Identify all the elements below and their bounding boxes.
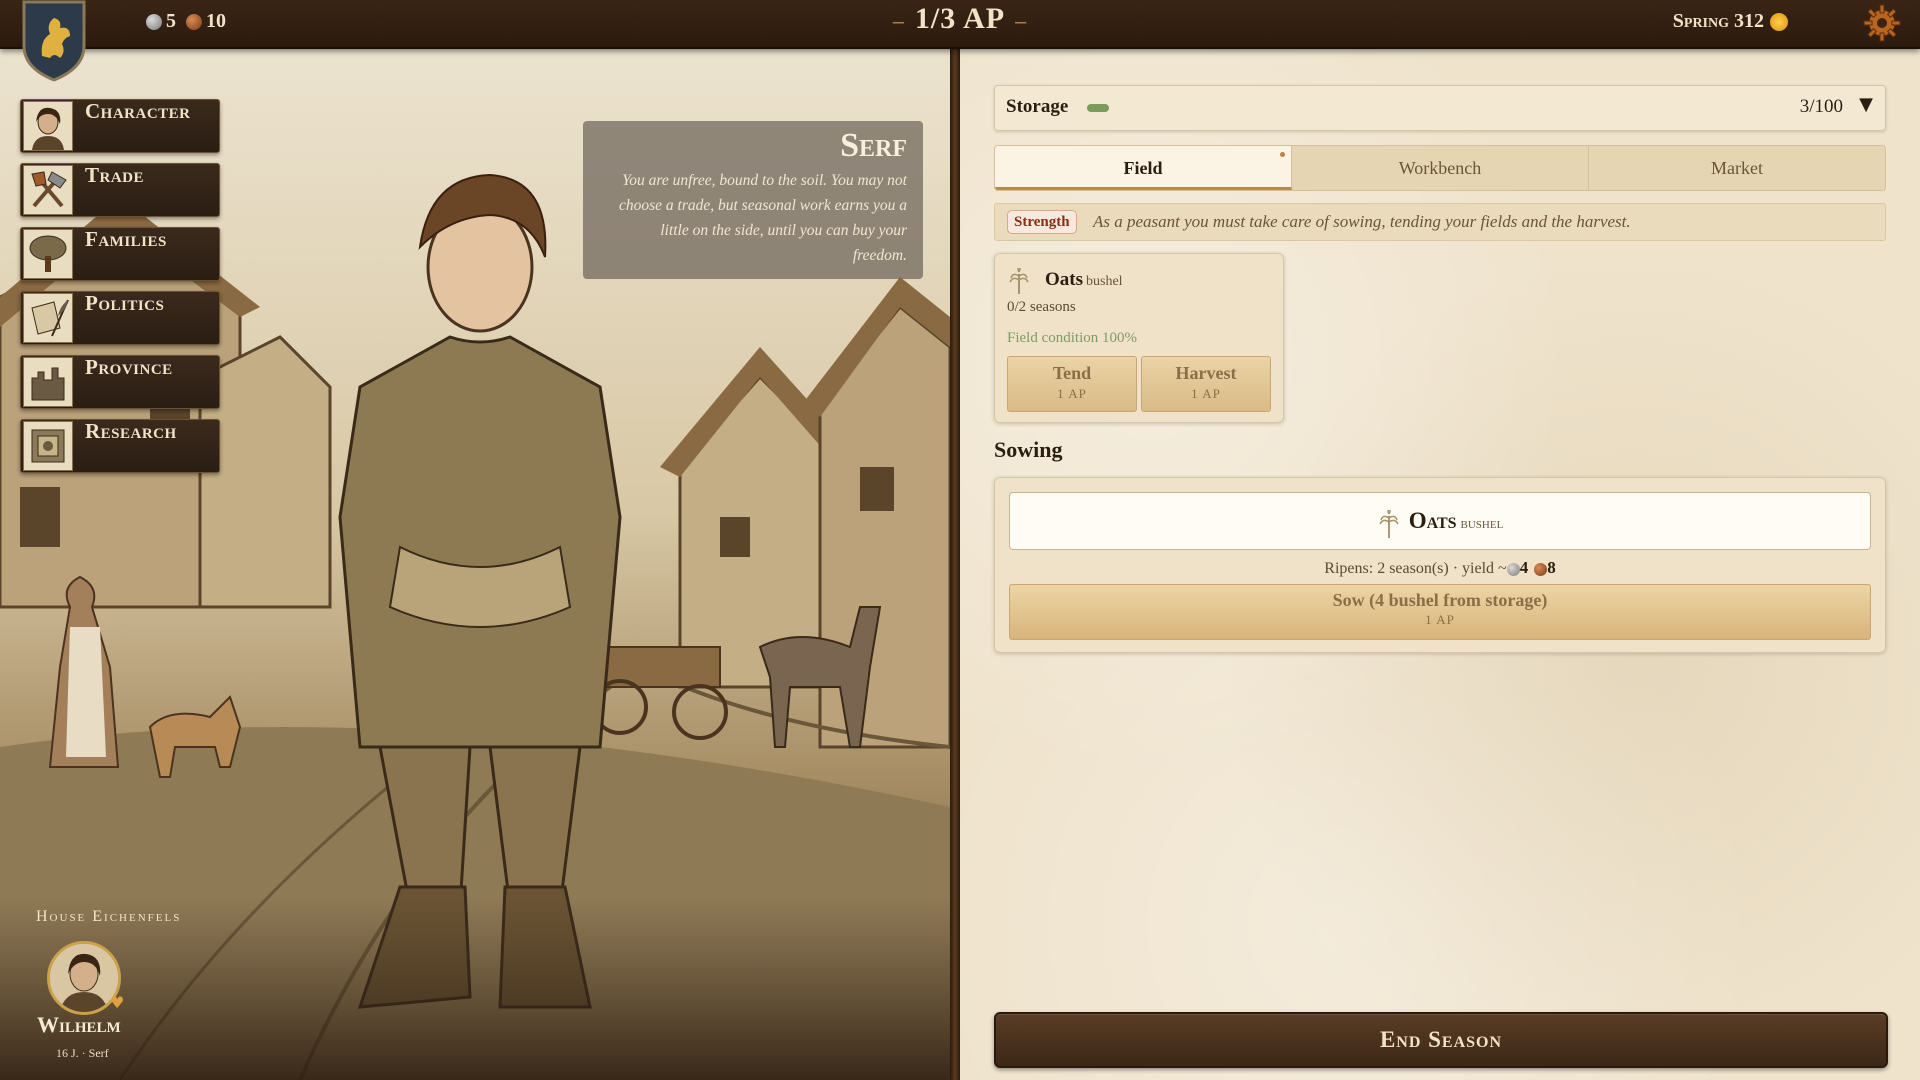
family-tree-icon bbox=[23, 229, 73, 279]
action-points-value: 1/3 AP bbox=[914, 2, 1006, 35]
panel-divider bbox=[950, 47, 960, 1080]
storage-fill-bar bbox=[1087, 104, 1109, 112]
harvest-button[interactable]: Harvest 1 AP bbox=[1141, 356, 1271, 412]
menu-item-province[interactable]: Province bbox=[20, 355, 220, 409]
harvest-cost: 1 AP bbox=[1191, 386, 1221, 401]
sow-button[interactable]: Sow (4 bushel from storage) 1 AP bbox=[1009, 584, 1871, 640]
oats-icon bbox=[1009, 268, 1029, 294]
menu-item-families[interactable]: Families bbox=[20, 227, 220, 281]
end-season-button[interactable]: End Season bbox=[994, 1012, 1888, 1068]
strength-badge: Strength bbox=[1007, 210, 1077, 234]
player-portrait-icon bbox=[50, 944, 118, 1012]
role-description-box: Serf You are unfree, bound to the soil. … bbox=[583, 121, 923, 279]
tab-field[interactable]: Field bbox=[995, 146, 1292, 190]
scroll-quill-icon bbox=[23, 293, 73, 343]
harvest-label: Harvest bbox=[1175, 363, 1237, 383]
activity-tabs: Field Workbench Market bbox=[994, 145, 1886, 191]
menu-label-research: Research bbox=[85, 419, 177, 443]
menu-item-research[interactable]: Research bbox=[20, 419, 220, 473]
sun-icon bbox=[1770, 12, 1788, 31]
sowing-title: Sowing bbox=[994, 437, 1063, 462]
seed-unit: bushel bbox=[1460, 516, 1504, 532]
strength-hint: Strength As a peasant you must take care… bbox=[994, 203, 1886, 241]
menu-item-politics[interactable]: Politics bbox=[20, 291, 220, 345]
oats-icon bbox=[1379, 509, 1399, 538]
role-title: Serf bbox=[840, 127, 907, 164]
field-crop-card: Oats bushel 0/2 seasons Field condition 1… bbox=[994, 253, 1284, 423]
heart-icon: ♥ bbox=[110, 993, 125, 1012]
tab-workbench-label: Workbench bbox=[1398, 158, 1482, 178]
tab-market[interactable]: Market bbox=[1589, 146, 1885, 190]
settings-gear-icon[interactable] bbox=[1862, 3, 1902, 43]
seed-name: Oats bbox=[1408, 508, 1457, 533]
tab-workbench[interactable]: Workbench bbox=[1292, 146, 1589, 190]
yield-copper: 8 bbox=[1547, 558, 1556, 577]
tend-label: Tend bbox=[1052, 363, 1092, 383]
menu-label-politics: Politics bbox=[85, 291, 165, 315]
storage-label: Storage bbox=[1006, 96, 1069, 117]
menu-label-province: Province bbox=[85, 355, 173, 379]
sow-label: Sow (4 bushel from storage) bbox=[1332, 590, 1548, 610]
yield-silver: 4 bbox=[1519, 558, 1529, 577]
ripens-text: Ripens: 2 season(s) · yield ~ bbox=[1324, 560, 1507, 577]
chevron-down-icon: ▼ bbox=[1859, 94, 1873, 115]
player-name: Wilhelm bbox=[37, 1012, 121, 1037]
crop-name: Oats bbox=[1045, 269, 1083, 290]
hammer-axe-icon bbox=[23, 165, 73, 215]
main-menu: Character Trade Families Politics Provin… bbox=[20, 99, 220, 483]
notification-dot-icon bbox=[1280, 152, 1285, 157]
menu-item-character[interactable]: Character bbox=[20, 99, 220, 153]
season-label: Spring 312 bbox=[1672, 10, 1764, 32]
tend-button[interactable]: Tend 1 AP bbox=[1007, 356, 1137, 412]
action-points: –1/3 AP – bbox=[892, 2, 1028, 35]
strength-text: As a peasant you must take care of sowin… bbox=[1093, 212, 1631, 231]
character-portrait-icon bbox=[23, 101, 73, 151]
player-info: 16 J. · Serf bbox=[56, 1046, 109, 1060]
house-name: House Eichenfels bbox=[36, 908, 182, 925]
menu-label-character: Character bbox=[85, 99, 191, 123]
silver-coin-icon bbox=[1506, 562, 1520, 576]
storage-count: 3/100 bbox=[1799, 96, 1843, 117]
tab-market-label: Market bbox=[1711, 158, 1763, 178]
castle-icon bbox=[23, 357, 73, 407]
seed-select[interactable]: Oats bushel bbox=[1009, 492, 1871, 550]
top-bar: 5 10 –1/3 AP – Spring 312 bbox=[0, 0, 1920, 49]
crop-unit: bushel bbox=[1086, 274, 1123, 289]
menu-label-trade: Trade bbox=[85, 163, 145, 187]
book-icon bbox=[23, 421, 73, 471]
role-description: You are unfree, bound to the soil. You m… bbox=[618, 172, 907, 264]
crop-seasons: 0/2 seasons bbox=[1007, 299, 1076, 315]
ripens-info: Ripens: 2 season(s) · yield ~ 4 8 bbox=[995, 558, 1885, 578]
tend-cost: 1 AP bbox=[1057, 386, 1087, 401]
field-condition: Field condition 100% bbox=[1007, 330, 1137, 346]
sow-cost: 1 AP bbox=[1425, 612, 1455, 627]
crop-name-wrap: Oats bushel bbox=[1045, 269, 1123, 291]
griffin-crest-icon bbox=[22, 0, 86, 82]
season-display: Spring 312 bbox=[1673, 10, 1788, 33]
menu-label-families: Families bbox=[85, 227, 167, 251]
tab-field-label: Field bbox=[1123, 158, 1163, 178]
storage-dropdown[interactable]: Storage 3/100 ▼ bbox=[994, 85, 1886, 131]
menu-item-trade[interactable]: Trade bbox=[20, 163, 220, 217]
copper-coin-icon bbox=[1534, 562, 1548, 576]
sowing-card: Oats bushel Ripens: 2 season(s) · yield ~… bbox=[994, 477, 1886, 653]
